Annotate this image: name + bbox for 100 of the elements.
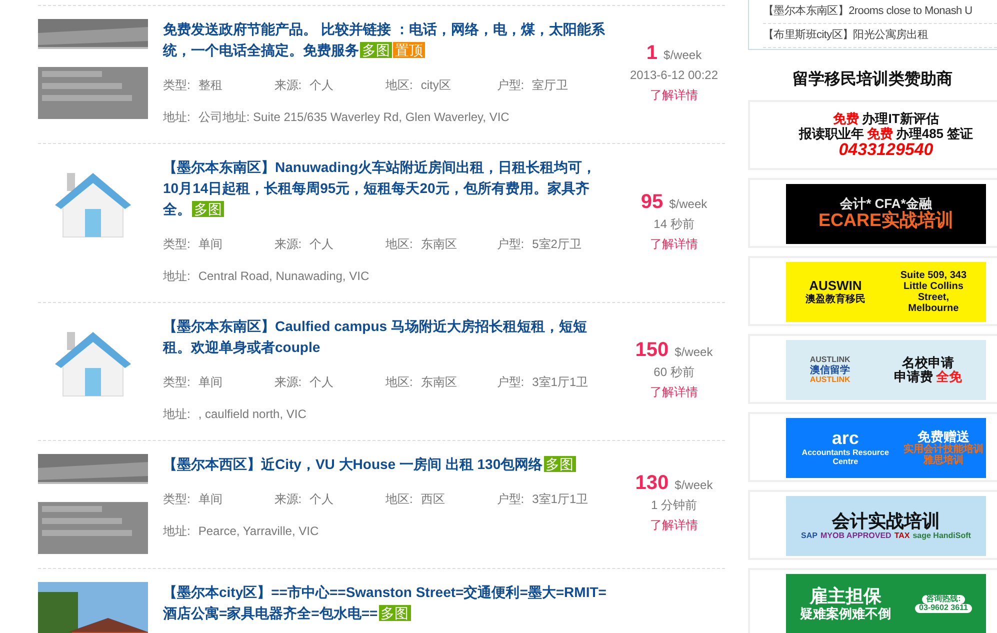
banner-text: 报读职业年: [798, 126, 864, 141]
price-unit: $/week: [674, 478, 713, 492]
price-unit: $/week: [664, 48, 702, 62]
field-label: 来源:: [274, 78, 302, 92]
listing-title[interactable]: 免费发送政府节能产品。 比较并链接 ：电话，网络，电，煤，太阳能系统，一个电话全搞定。免费服务 多图 置顶: [163, 19, 608, 61]
banner-text: ECARE实战培训: [818, 211, 954, 232]
field-label: 地区:: [386, 375, 413, 389]
banner-text: 办理485 签证: [896, 126, 974, 141]
field-label: 户型:: [496, 492, 524, 506]
price-unit: $/week: [674, 345, 713, 359]
price: 130: [635, 472, 669, 494]
banner-text: arc: [832, 429, 859, 450]
banner-text: 免费赠送: [917, 430, 970, 444]
ad-banner[interactable]: AUSWIN 澳盈教育移民 Suite 509, 343 Little Collins Street, Melbourne: [786, 262, 986, 322]
price: 150: [635, 339, 669, 361]
banner-text: 雅思培训: [923, 455, 964, 466]
ad-banner[interactable]: arc Accountants Resource Centre 免费赠送 实用会计技能培训 雅思培训: [786, 418, 986, 478]
details-link[interactable]: 了解详情: [650, 236, 698, 250]
field-value: 个人: [310, 375, 334, 389]
field-label: 来源:: [274, 492, 302, 506]
banner-text: 申请费: [894, 370, 934, 384]
field-label: 地区:: [386, 78, 413, 92]
tag: 多图: [378, 605, 411, 621]
ad-banner[interactable]: 会计* CFA*金融 ECARE实战培训: [786, 184, 986, 244]
field-value: 单间: [198, 492, 222, 506]
field-value: 5室2厅卫: [532, 237, 582, 251]
tag: 多图: [360, 42, 392, 58]
banner-text: Little Collins: [903, 281, 964, 292]
listing-title[interactable]: 【墨尔本city区】==市中心==Swanston Street=交通便利=墨大=RMIT=酒店公寓=家具电器齐全=包水电== 多图: [163, 582, 608, 624]
tag: 多图: [192, 201, 224, 217]
field-label: 类型:: [163, 375, 190, 389]
field-label: 类型:: [163, 78, 190, 92]
field-value: 西区: [420, 492, 445, 506]
field-value: city区: [420, 78, 451, 92]
field-value: Central Road, Nunawading, VIC: [198, 269, 370, 283]
details-link[interactable]: 了解详情: [650, 385, 698, 399]
banner-text: 名校申请: [902, 356, 954, 370]
sponsor-heading: 留学移民培训类赞助商: [792, 69, 954, 90]
details-link[interactable]: 了解详情: [650, 518, 698, 532]
field-label: 户型:: [496, 78, 524, 92]
field-value: 个人: [310, 492, 334, 506]
banner-text: 雇主担保: [810, 586, 882, 606]
listing-title[interactable]: 【墨尔本东南区】Nanuwading火车站附近房间出租，日租长租均可，10月14日起租，长租每周95元，短租每天20元，包所有费用。家具齐全。 多图: [163, 157, 608, 220]
field-label: 地区:: [386, 492, 413, 506]
post-time: 14 秒前: [652, 216, 696, 232]
banner-text: 免费: [866, 126, 893, 141]
field-value: , caulfield north, VIC: [198, 407, 306, 421]
field-value: 3室1厅1卫: [532, 492, 588, 506]
banner-text: 会计* CFA*金融: [840, 196, 932, 211]
banner-text: AUSTLINK: [810, 376, 850, 384]
field-label: 来源:: [274, 375, 302, 389]
banner-text: 实用会计技能培训: [903, 444, 984, 456]
banner-text: Suite 509, 343: [900, 270, 967, 281]
ad-banner[interactable]: AUSTLINK 澳信留学 AUSTLINK 名校申请 申请费 全免: [786, 340, 986, 400]
banner-text: MYOB APPROVED: [820, 532, 892, 540]
listing-title[interactable]: 【墨尔本东南区】Caulfied campus 马场附近大房招长租短租，短短租。欢迎单身或者couple: [163, 316, 608, 358]
banner-text: Melbourne: [908, 303, 959, 314]
field-label: 类型:: [163, 237, 190, 251]
field-label: 地址:: [163, 524, 190, 538]
banner-text: 免费: [833, 112, 860, 127]
ad-banner[interactable]: 会计实战培训 SAP MYOB APPROVED TAX sage HandiSoft: [786, 496, 986, 556]
post-time: 2013-6-12 00:22: [628, 67, 720, 84]
banner-text: AUSWIN: [809, 279, 862, 294]
listing-title[interactable]: 【墨尔本西区】近City，VU 大House 一房间 出租 130包网络 多图: [163, 454, 608, 475]
banner-text: SAP: [801, 532, 818, 540]
field-label: 户型:: [496, 375, 524, 389]
banner-text: 03-9602 3611: [915, 604, 972, 613]
ad-banner[interactable]: 雇主担保 疑难案例难不倒 咨询热线: 03-9602 3611: [786, 574, 986, 633]
field-value: 单间: [198, 237, 222, 251]
field-label: 地址:: [163, 269, 190, 283]
details-link[interactable]: 了解详情: [650, 88, 698, 102]
price: 1: [646, 42, 658, 64]
banner-text: Accountants Resource Centre: [800, 449, 890, 467]
field-value: Pearce, Yarraville, VIC: [198, 524, 319, 538]
banner-text: 办理IT新评估: [862, 112, 939, 127]
field-label: 地址:: [163, 407, 190, 421]
tag: 多图: [544, 456, 576, 472]
banner-text: 澳盈教育移民: [805, 294, 866, 305]
field-value: 公司地址: Suite 215/635 Waverley Rd, Glen Waverley, VIC: [198, 110, 510, 124]
banner-text: Street,: [918, 292, 950, 303]
field-value: 东南区: [420, 375, 457, 389]
field-value: 3室1厅1卫: [532, 375, 588, 389]
banner-text: 澳信留学: [810, 364, 850, 376]
field-label: 地区:: [386, 237, 413, 251]
price: 95: [640, 190, 664, 212]
post-time: 60 秒前: [652, 364, 696, 381]
field-value: 个人: [310, 78, 334, 92]
banner-text: 咨询热线:: [922, 595, 965, 604]
banner-text: sage HandiSoft: [912, 532, 971, 540]
banner-text: AUSTLINK: [810, 356, 850, 364]
banner-text: 疑难案例难不倒: [800, 606, 892, 622]
field-label: 户型:: [496, 237, 524, 251]
banner-text: TAX: [894, 532, 910, 540]
field-value: 个人: [310, 237, 334, 251]
field-value: 东南区: [420, 237, 457, 251]
recent-listing-link[interactable]: 【墨尔本东南区】2rooms close to Monash U: [763, 0, 997, 24]
recent-listing-link[interactable]: 【布里斯班city区】阳光公寓房出租: [763, 24, 997, 48]
field-value: 单间: [198, 375, 222, 389]
field-value: 整租: [198, 78, 222, 92]
banner-text: 会计实战培训: [832, 512, 940, 532]
